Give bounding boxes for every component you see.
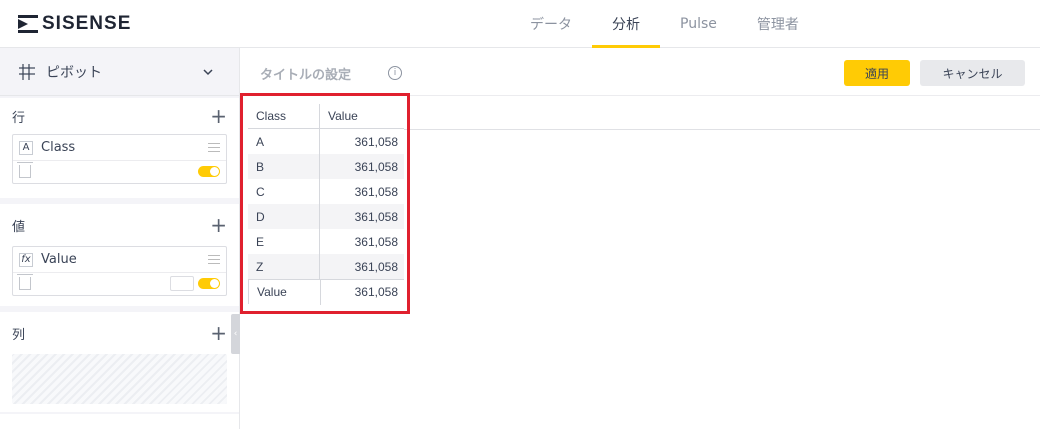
header-divider [404, 129, 1040, 130]
value-item-card[interactable]: fx Value [12, 246, 227, 296]
widget-toolbar: タイトルの設定 i 適用 キャンセル [240, 48, 1040, 96]
top-bar: SISENSE データ 分析 Pulse 管理者 [0, 0, 1040, 48]
trash-icon[interactable] [17, 274, 33, 290]
widget-title-input[interactable]: タイトルの設定 [260, 64, 351, 83]
info-icon[interactable]: i [388, 66, 402, 80]
trash-icon[interactable] [17, 162, 33, 178]
rows-section: 行 + A Class [0, 98, 239, 198]
cancel-button[interactable]: キャンセル [920, 60, 1025, 86]
row-item-name[interactable]: Class [41, 140, 75, 155]
tab-analytics[interactable]: 分析 [592, 0, 660, 48]
widget-designer-panel: ピボット 行 + A Class 値 + fx Value 列 + [0, 48, 240, 429]
add-value-icon[interactable]: + [210, 215, 227, 235]
chevron-down-icon[interactable] [202, 66, 214, 78]
highlight-annotation-box [240, 93, 410, 314]
tab-pulse[interactable]: Pulse [660, 0, 737, 48]
widget-type-label: ピボット [46, 64, 102, 81]
sisense-logo-mark [18, 15, 38, 33]
add-column-icon[interactable]: + [210, 323, 227, 343]
sisense-logo[interactable]: SISENSE [18, 13, 132, 34]
drag-handle-icon[interactable] [208, 143, 220, 152]
column-drop-zone[interactable] [12, 354, 227, 404]
panel-collapse-handle[interactable]: ‹ [231, 314, 240, 354]
row-item-card[interactable]: A Class [12, 134, 227, 184]
values-section-title: 値 [12, 219, 26, 235]
drag-handle-icon[interactable] [208, 255, 220, 264]
columns-section-title: 列 [12, 327, 26, 343]
tab-admin[interactable]: 管理者 [737, 0, 819, 48]
apply-button[interactable]: 適用 [844, 60, 910, 86]
columns-section: 列 + [0, 312, 239, 412]
rows-section-title: 行 [12, 110, 26, 126]
grid-icon [19, 63, 35, 80]
tab-data[interactable]: データ [510, 0, 592, 48]
brand-name: SISENSE [42, 13, 132, 34]
add-row-icon[interactable]: + [210, 106, 227, 126]
row-item-toggle[interactable] [198, 166, 220, 177]
value-item-toggle[interactable] [198, 278, 220, 289]
main-nav: データ 分析 Pulse 管理者 [510, 0, 819, 48]
next-section [0, 414, 239, 429]
values-section: 値 + fx Value [0, 204, 239, 306]
color-picker-box[interactable] [170, 276, 194, 291]
value-item-name[interactable]: Value [41, 252, 77, 267]
text-type-icon: A [19, 140, 33, 155]
widget-type-selector[interactable]: ピボット [0, 48, 239, 96]
function-type-icon: fx [19, 252, 33, 267]
